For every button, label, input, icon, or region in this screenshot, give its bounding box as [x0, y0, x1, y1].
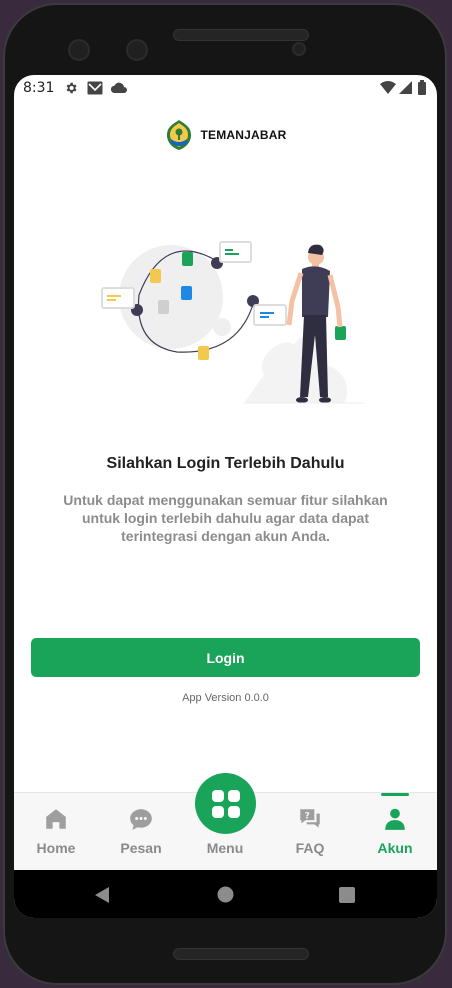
svg-text:?: ?	[305, 811, 310, 821]
front-camera	[68, 39, 90, 61]
person-icon	[385, 808, 405, 830]
phone-device: 8:31 TEMANJABAR Silahkan Login Terlebih …	[0, 0, 452, 988]
battery-icon	[418, 80, 426, 95]
menu-button[interactable]	[195, 773, 256, 834]
signal-icon	[399, 81, 412, 94]
nav-item-akun[interactable]: Akun	[353, 793, 437, 871]
nav-item-pesan[interactable]: Pesan	[99, 793, 183, 871]
cloud-icon	[111, 82, 127, 93]
active-indicator	[381, 793, 409, 796]
home-icon	[46, 809, 66, 829]
nav-label-menu: Menu	[206, 840, 244, 856]
bottom-speaker	[173, 948, 309, 960]
nav-label-akun: Akun	[377, 840, 413, 856]
nav-item-faq[interactable]: ? FAQ	[268, 793, 352, 871]
back-icon[interactable]	[94, 886, 110, 904]
proximity-sensor	[292, 42, 306, 56]
mail-icon	[87, 81, 103, 95]
jabar-logo-icon	[166, 120, 191, 150]
top-speaker	[173, 29, 309, 41]
home-circle-icon[interactable]	[217, 886, 234, 903]
login-button[interactable]: Login	[31, 638, 420, 677]
app-header: TEMANJABAR	[14, 119, 437, 151]
settings-icon	[66, 82, 77, 94]
brand-name: TEMANJABAR	[200, 128, 287, 142]
nav-label-pesan: Pesan	[120, 840, 162, 856]
page-title: Silahkan Login Terlebih Dahulu	[106, 455, 345, 472]
nav-label-faq: FAQ	[295, 840, 325, 856]
status-bar: 8:31	[14, 75, 437, 101]
nav-label-home: Home	[36, 840, 76, 856]
app-screen: 8:31 TEMANJABAR Silahkan Login Terlebih …	[14, 75, 437, 918]
wifi-icon	[380, 81, 396, 94]
login-illustration	[101, 241, 364, 404]
recents-icon[interactable]	[339, 887, 355, 903]
question-chat-icon: ?	[300, 809, 320, 828]
page-description: Untuk dapat menggunakan semuar fitur sil…	[63, 492, 388, 544]
front-sensor	[126, 39, 148, 61]
grid-icon	[211, 789, 240, 818]
chat-bubble-icon	[130, 809, 152, 830]
system-navigation-bar	[14, 870, 437, 918]
app-version: App Version 0.0.0	[182, 692, 269, 704]
status-time: 8:31	[23, 80, 55, 96]
nav-item-home[interactable]: Home	[14, 793, 98, 871]
